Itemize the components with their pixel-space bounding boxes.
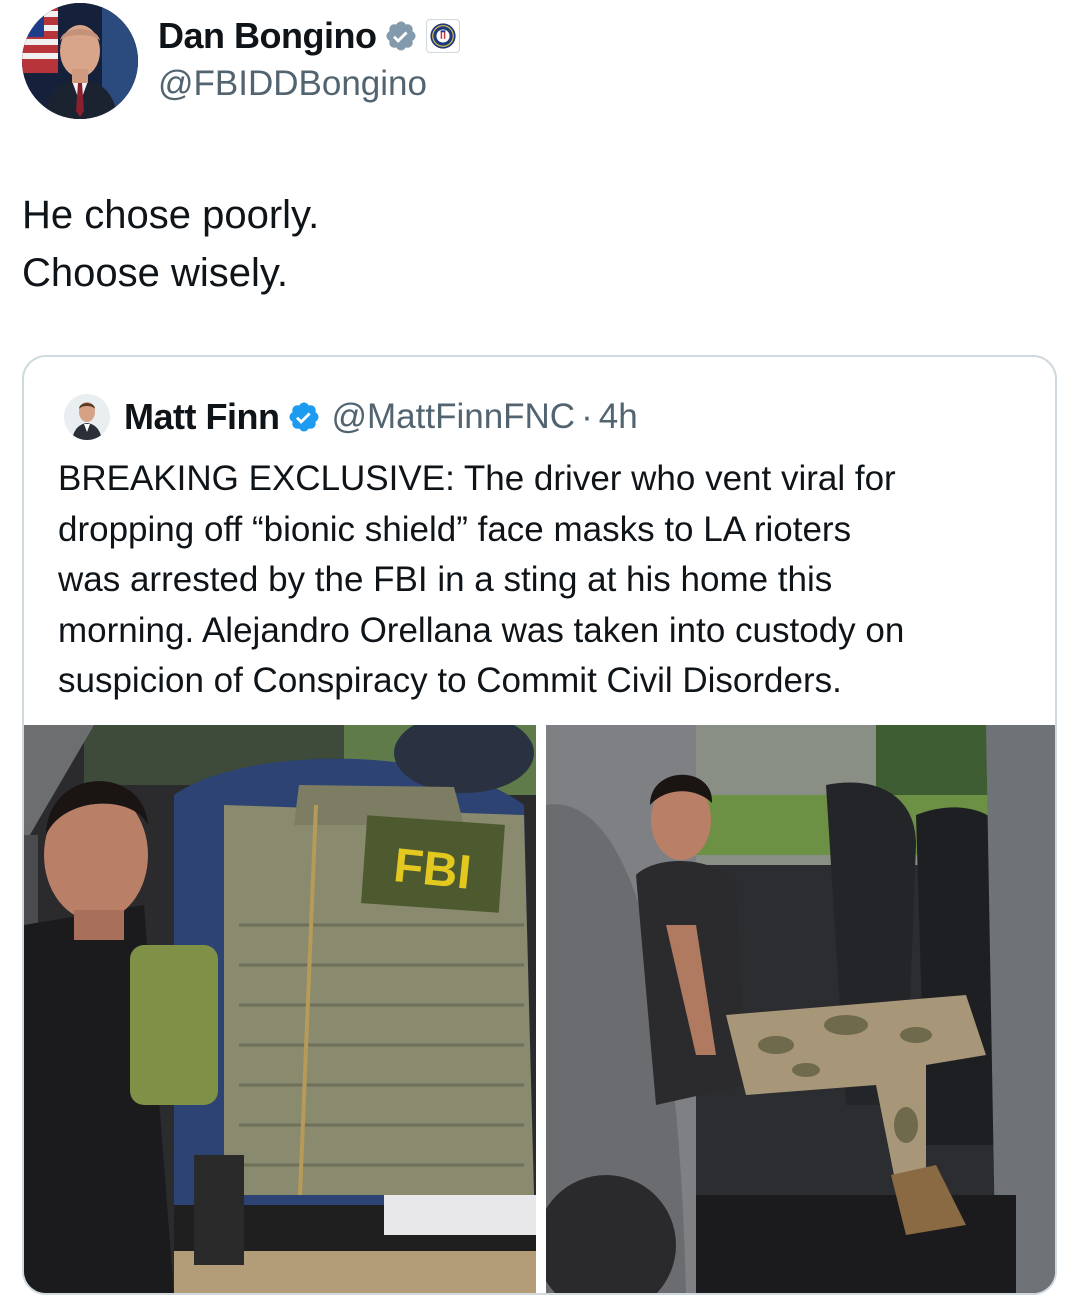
post-text-line: Choose wisely. [22,251,289,295]
author-avatar[interactable] [22,3,138,119]
author-handle[interactable]: @FBIDDBongino [158,62,427,106]
blue-check-icon[interactable] [287,400,321,434]
author-row: Dan Bongino [158,12,461,60]
author-avatar-image [22,3,138,119]
post-text-line: He chose poorly. [22,193,320,237]
quoted-author-avatar[interactable] [64,394,110,440]
quoted-text-line: BREAKING EXCLUSIVE: The driver who vent … [58,459,896,498]
quoted-author-name[interactable]: Matt Finn [124,396,280,438]
quoted-text-line: morning. Alejandro Orellana was taken in… [58,610,905,650]
quoted-text-line: dropping off “bionic shield” face masks … [58,509,852,549]
vest-fbi-text: FBI [391,839,473,900]
quoted-post[interactable]: Matt Finn @MattFinnFNC · 4h BREAKING EXC… [22,355,1057,1295]
photo-fbi-agent[interactable]: FBI [24,725,536,1293]
separator-dot: · [581,397,593,436]
quoted-post-header: Matt Finn @MattFinnFNC · 4h [64,393,638,441]
photo-suspect-in-car[interactable] [546,725,1055,1293]
post-text: He chose poorly. Choose wisely. [22,186,319,302]
gray-check-icon[interactable] [384,19,418,53]
quoted-post-text: BREAKING EXCLUSIVE: The driver who vent … [58,454,1033,707]
quoted-text-line: suspicion of Conspiracy to Commit Civil … [58,661,842,700]
post-timestamp[interactable]: 4h [599,397,638,437]
author-name[interactable]: Dan Bongino [158,12,377,60]
media-grid: FBI [24,725,1055,1293]
quoted-author-handle[interactable]: @MattFinnFNC [331,397,575,437]
fbi-seal-icon[interactable] [426,19,461,53]
quoted-text-line: was arrested by the FBI in a sting at hi… [58,560,833,599]
